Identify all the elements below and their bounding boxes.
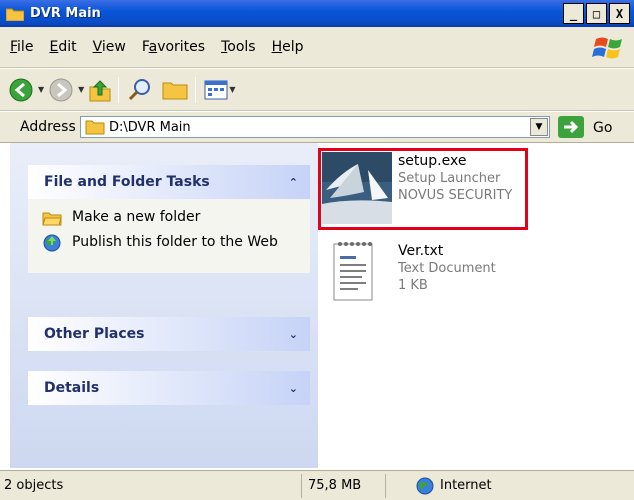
close-button[interactable]: X [609,3,630,24]
file-description: Setup Launcher [398,171,501,186]
address-value: D:\DVR Main [109,119,191,135]
title-bar: DVR Main _ □ X [0,0,634,27]
address-dropdown-button[interactable]: ▼ [530,118,548,136]
back-icon[interactable] [8,77,34,103]
views-icon[interactable] [204,79,228,101]
setup-launcher-icon [322,152,392,224]
toolbar: ▼ ▼ ▼ [0,69,634,111]
expand-chevron-icon[interactable]: ⌄ [289,382,298,395]
file-folder-tasks-title: File and Folder Tasks [44,174,210,190]
make-new-folder-link[interactable]: Make a new folder [42,209,298,227]
menu-edit[interactable]: Edit [49,39,76,55]
file-type: Text Document [398,261,496,276]
address-label: Address [20,119,76,135]
details-header[interactable]: Details ⌄ [28,371,310,405]
file-name: Ver.txt [398,243,444,259]
file-size: 1 KB [398,278,428,293]
folder-icon [85,120,105,135]
status-bar: 2 objects 75,8 MB Internet [0,470,634,500]
status-zone: Internet [386,474,632,498]
address-input[interactable]: D:\DVR Main ▼ [80,116,550,138]
up-folder-icon[interactable] [88,77,112,103]
details-title: Details [44,380,100,396]
window-title: DVR Main [30,6,101,21]
new-folder-icon [42,212,62,226]
menu-favorites[interactable]: Favorites [142,39,205,55]
publish-folder-link[interactable]: Publish this folder to the Web [42,234,298,252]
details-panel: Details ⌄ [28,371,310,405]
status-size: 75,8 MB [302,473,386,498]
file-folder-tasks-header[interactable]: File and Folder Tasks ⌃ [28,165,310,199]
forward-dropdown-icon[interactable]: ▼ [78,85,84,94]
forward-icon[interactable] [48,77,74,103]
file-item-ver-txt[interactable]: Ver.txt Text Document 1 KB [328,238,496,304]
status-objects: 2 objects [0,473,302,498]
expand-chevron-icon[interactable]: ⌄ [289,328,298,341]
publish-web-icon [43,234,61,252]
minimize-button[interactable]: _ [563,3,584,24]
menu-tools[interactable]: Tools [221,39,256,55]
back-dropdown-icon[interactable]: ▼ [38,85,44,94]
go-arrow-icon[interactable] [558,116,584,138]
other-places-header[interactable]: Other Places ⌄ [28,317,310,351]
search-icon[interactable] [127,77,153,103]
menu-bar: File Edit View Favorites Tools Help [0,27,634,68]
folders-icon[interactable] [161,77,189,103]
collapse-chevron-icon[interactable]: ⌃ [289,176,298,189]
other-places-panel: Other Places ⌄ [28,317,310,351]
file-company: NOVUS SECURITY [398,188,513,203]
address-bar: Address D:\DVR Main ▼ Go [0,112,634,143]
other-places-title: Other Places [44,326,145,342]
task-pane: File and Folder Tasks ⌃ Make a new folde… [10,143,318,468]
maximize-button[interactable]: □ [586,3,607,24]
views-dropdown-icon[interactable]: ▼ [229,85,235,94]
file-folder-tasks-panel: File and Folder Tasks ⌃ Make a new folde… [28,165,310,273]
file-name: setup.exe [398,153,467,169]
menu-help[interactable]: Help [272,39,304,55]
menu-view[interactable]: View [93,39,126,55]
go-button[interactable]: Go [593,120,612,136]
toolbar-separator [118,76,120,103]
windows-logo-icon [592,37,622,59]
file-item-setup-exe[interactable]: setup.exe Setup Launcher NOVUS SECURITY [322,152,512,224]
folder-icon [6,8,24,21]
internet-globe-icon [416,477,434,494]
menu-file[interactable]: File [10,39,33,55]
toolbar-separator [195,76,197,103]
text-document-icon [333,242,373,301]
